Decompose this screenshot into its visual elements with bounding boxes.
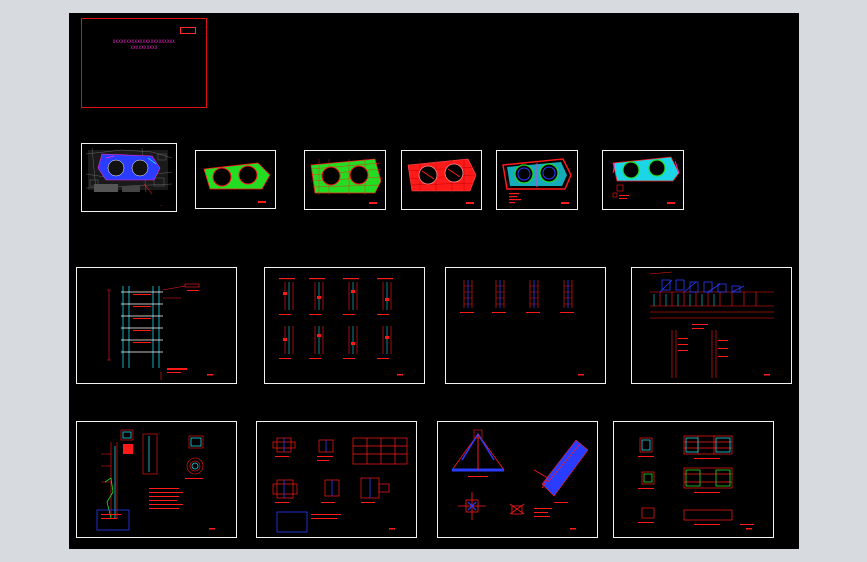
joint-detail-drawing [272, 437, 408, 533]
sheet-plan-cyan[interactable] [602, 150, 684, 210]
sheet-plan-red[interactable] [401, 150, 482, 210]
title-sheet[interactable]: XXXXXXXXXXXXXXXXXXXXXXX XXXXXXXXXX [69, 13, 217, 113]
column-details-a-drawing [279, 278, 403, 376]
beam-detail-drawing [638, 435, 754, 530]
drawing-canvas[interactable]: XXXXXXXXXXXXXXXXXXXXXXX XXXXXXXXXX — [69, 13, 799, 549]
sheet-beam-detail[interactable] [613, 421, 774, 538]
sheet-plan-mixed[interactable] [496, 150, 578, 210]
sheet-site-plan[interactable]: — [81, 143, 177, 212]
sheet-column-details-a[interactable] [264, 267, 425, 384]
truss-joint-detail-drawing [451, 429, 589, 530]
sheet-plan-green-2[interactable] [304, 150, 386, 210]
plan-green-1-drawing [203, 162, 271, 203]
plan-red-drawing [407, 158, 477, 204]
plan-green-2-drawing [310, 158, 382, 204]
truss-elevation-drawing [649, 271, 774, 378]
sheet-joint-detail[interactable] [256, 421, 417, 538]
plan-mixed-drawing [502, 158, 572, 204]
plan-cyan-drawing [612, 156, 680, 204]
title-frame: XXXXXXXXXXXXXXXXXXXXXXX XXXXXXXXXX [81, 18, 207, 108]
foundation-detail-drawing [96, 429, 215, 531]
wall-section-drawing [107, 283, 213, 380]
sheet-foundation-detail[interactable] [76, 421, 237, 538]
column-details-b-drawing [460, 280, 584, 376]
sheet-column-details-b[interactable] [445, 267, 606, 384]
site-plan-drawing: — [85, 147, 173, 207]
sheet-truss-elevation[interactable] [631, 267, 792, 384]
sheet-truss-joint-detail[interactable] [437, 421, 598, 538]
sheet-wall-section[interactable] [76, 267, 237, 384]
svg-text:—: — [160, 203, 163, 207]
sheet-plan-green-1[interactable] [195, 150, 276, 209]
title-line-2: XXXXXXXXXX [130, 45, 158, 50]
title-badge [180, 27, 196, 34]
title-line-1: XXXXXXXXXXXXXXXXXXXXXXX [112, 39, 176, 44]
